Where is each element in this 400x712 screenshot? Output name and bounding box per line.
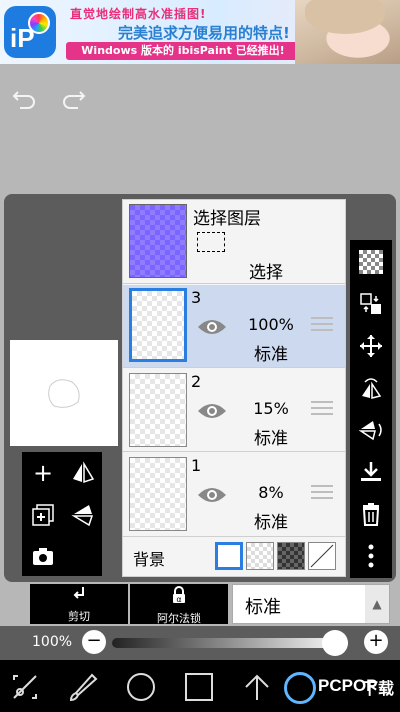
layer-opacity: 15% [253, 399, 289, 418]
clipping-button[interactable]: 剪切 [30, 584, 128, 624]
background-none-option[interactable] [308, 542, 336, 570]
opacity-slider-thumb[interactable] [322, 630, 348, 656]
selection-label: 选择 [249, 263, 283, 283]
transform-icon[interactable] [8, 670, 42, 704]
layer-opacity: 8% [258, 483, 284, 502]
chevron-up-icon: ▲ [365, 585, 389, 623]
layer-row[interactable]: 2 15% 标准 [123, 369, 345, 452]
left-toolbar: + [22, 452, 102, 576]
arrow-up-icon[interactable] [240, 670, 274, 704]
add-layer-icon[interactable]: + [24, 454, 62, 492]
layer-blend-mode: 标准 [254, 513, 288, 533]
opacity-increase-button[interactable]: + [364, 630, 388, 654]
rotate-flip-horizontal-icon[interactable] [355, 372, 387, 404]
layer-thumbnail [129, 288, 187, 362]
move-icon[interactable] [355, 330, 387, 362]
clipping-icon [30, 586, 128, 608]
selection-marquee-icon [197, 232, 225, 252]
more-options-icon[interactable] [355, 540, 387, 572]
layer-number: 3 [191, 288, 202, 307]
bottom-toolbar: PCPOP 下载 [0, 660, 400, 712]
background-row: 背景 [123, 540, 345, 576]
layer-thumbnail [129, 373, 187, 447]
selection-thumbnail [129, 204, 187, 278]
layer-swap-icon[interactable] [355, 288, 387, 320]
brush-icon[interactable] [66, 670, 100, 704]
background-white-option[interactable] [215, 542, 243, 570]
pcpop-watermark: PCPOP 下载 [284, 670, 396, 706]
trash-icon[interactable] [355, 498, 387, 530]
undo-icon[interactable] [10, 84, 38, 112]
blend-mode-select[interactable]: 标准 ▲ [232, 584, 390, 624]
ibispaint-logo: iP [4, 6, 56, 58]
camera-icon[interactable] [24, 538, 62, 576]
layer-blend-mode: 标准 [254, 429, 288, 449]
ad-headline: 直觉地绘制高水准插图! [70, 7, 207, 21]
ad-character-image [295, 0, 400, 64]
flip-horizontal-icon[interactable] [64, 454, 102, 492]
layer-thumbnail [129, 457, 187, 531]
background-transparent-light-option[interactable] [246, 542, 274, 570]
canvas-area[interactable] [0, 64, 400, 184]
layer-row[interactable]: 1 8% 标准 [123, 453, 345, 537]
rotate-flip-vertical-icon[interactable] [355, 414, 387, 446]
pcpop-download-text: 下载 [362, 679, 395, 698]
ad-subheadline: 完美追求方便易用的特点! [118, 24, 290, 42]
selection-layer-row[interactable]: 选择图层 选择 [123, 200, 345, 284]
opacity-value-label: 100% [32, 634, 73, 650]
svg-text:α: α [176, 595, 181, 604]
background-transparent-dark-option[interactable] [277, 542, 305, 570]
lock-icon: α [130, 586, 228, 610]
drag-handle-icon[interactable] [311, 317, 333, 333]
checkerboard-icon[interactable] [355, 246, 387, 278]
opacity-slider-track[interactable] [112, 638, 348, 648]
layer-list: 选择图层 选择 3 100% 标准 2 15% 标准 1 8% 标准 背景 [122, 199, 346, 577]
layer-number: 1 [191, 456, 202, 475]
ad-windows-notice: Windows 版本的 ibisPaint 已经推出! [66, 42, 300, 60]
circle-shape-icon[interactable] [124, 670, 158, 704]
pcpop-logo [284, 672, 316, 704]
eye-icon[interactable] [197, 317, 227, 337]
alpha-lock-button[interactable]: α 阿尔法锁 [130, 584, 228, 625]
layer-number: 2 [191, 372, 202, 391]
redo-icon[interactable] [60, 84, 88, 112]
add-layer-copy-icon[interactable] [24, 496, 62, 534]
merge-down-icon[interactable] [355, 456, 387, 488]
background-label: 背景 [133, 550, 166, 569]
opacity-decrease-button[interactable]: − [82, 630, 106, 654]
ad-banner[interactable]: iP 直觉地绘制高水准插图! 完美追求方便易用的特点! Windows 版本的 … [0, 0, 400, 64]
eye-icon[interactable] [197, 485, 227, 505]
blend-mode-value: 标准 [245, 597, 281, 618]
right-toolbar [350, 240, 392, 578]
drag-handle-icon[interactable] [311, 401, 333, 417]
layer-opacity: 100% [248, 315, 294, 334]
square-shape-icon[interactable] [182, 670, 216, 704]
eye-icon[interactable] [197, 401, 227, 421]
clipping-label: 剪切 [68, 610, 90, 623]
layer-blend-mode: 标准 [254, 345, 288, 365]
logo-text: iP [10, 23, 35, 53]
layer-row[interactable]: 3 100% 标准 [123, 285, 345, 368]
drag-handle-icon[interactable] [311, 485, 333, 501]
selection-layer-title: 选择图层 [193, 209, 261, 229]
alpha-lock-label: 阿尔法锁 [157, 612, 201, 625]
canvas-preview[interactable] [10, 340, 118, 446]
flip-vertical-icon[interactable] [64, 496, 102, 534]
opacity-slider-bar: 100% − + [0, 626, 400, 660]
